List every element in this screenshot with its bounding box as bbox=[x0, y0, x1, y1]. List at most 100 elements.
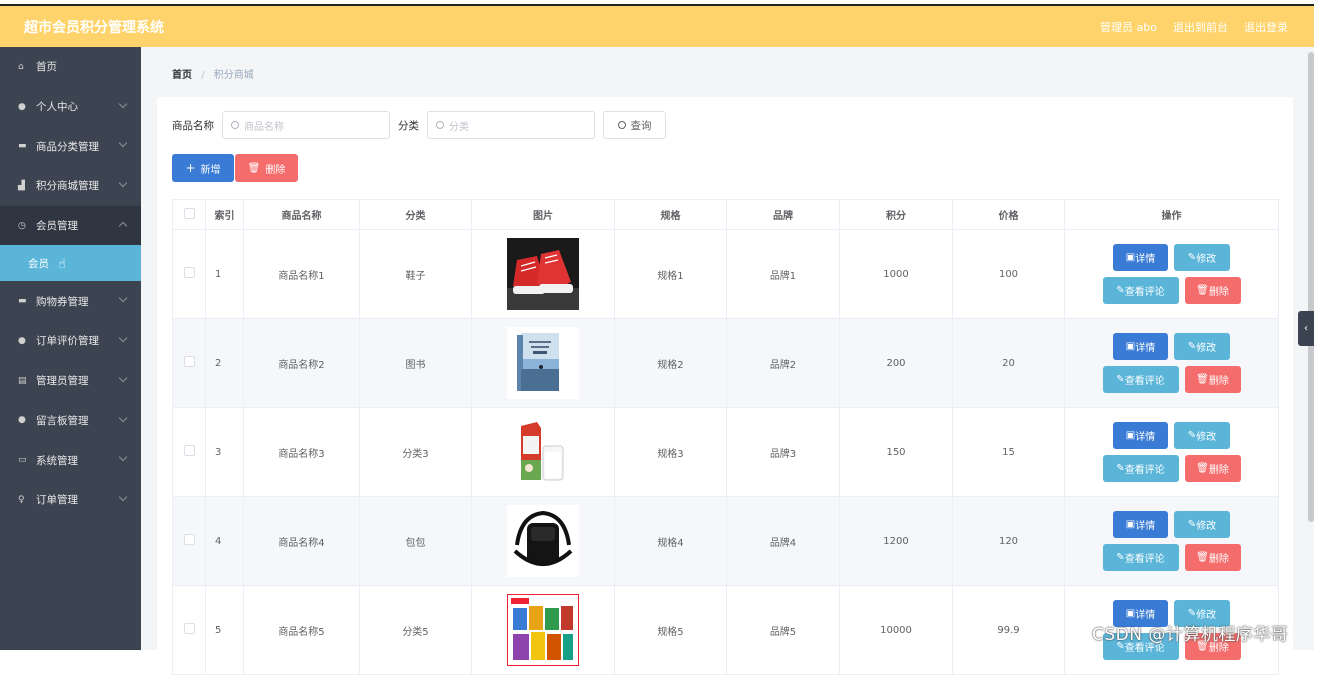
product-name-cell: 商品名称4 bbox=[243, 496, 360, 586]
product-name-cell: 商品名称2 bbox=[243, 318, 360, 408]
sidebar-item-label: 会员 bbox=[28, 257, 49, 270]
chevron-down-icon bbox=[118, 452, 128, 462]
sidebar-item-1[interactable]: ● 个人中心 bbox=[0, 87, 141, 127]
row-checkbox[interactable] bbox=[183, 534, 195, 545]
select-all-checkbox[interactable] bbox=[183, 207, 195, 219]
sidebar-item-8[interactable]: ▤ 管理员管理 bbox=[0, 361, 141, 401]
sidebar: ⌂ 首页 ● 个人中心 ▬ 商品分类管理 ▟ 积分商城管理 ◷ 会员管理 会员 ☝ ▬ 购物券管理 ● 订单评… bbox=[0, 47, 141, 650]
row-checkbox[interactable] bbox=[183, 267, 195, 278]
sidebar-item-2[interactable]: ▬ 商品分类管理 bbox=[0, 126, 141, 166]
delete-button[interactable]: 🗑 删除 bbox=[1184, 366, 1241, 393]
operations-cell: ▣ 详情 ✎ 修改 ✎ 查看评论 🗑 删除 bbox=[1064, 496, 1279, 586]
category-search-input[interactable]: 分类 bbox=[427, 111, 595, 139]
edit-button[interactable]: ✎ 修改 bbox=[1174, 333, 1230, 360]
row-checkbox[interactable] bbox=[183, 445, 195, 456]
points-cell: 1000 bbox=[839, 229, 953, 319]
product-image[interactable] bbox=[507, 416, 579, 488]
table-row: 2 商品名称2 图书 规格2 品牌2 200 20 ▣ 详情 ✎ 修改 ✎ 查看评论 🗑 删除 bbox=[172, 318, 1279, 408]
scrollbar-thumb[interactable] bbox=[1308, 52, 1314, 522]
product-name-cell: 商品名称5 bbox=[243, 585, 360, 675]
name-search-label: 商品名称 bbox=[172, 119, 214, 132]
spec-cell: 规格4 bbox=[614, 496, 727, 586]
view-reviews-button[interactable]: ✎ 查看评论 bbox=[1102, 366, 1179, 393]
chevron-left-icon: ‹ bbox=[1304, 323, 1308, 334]
content-panel: 商品名称 商品名称 分类 分类 查询 + 新增 🗑 删除 索引 商品名称 分类 … bbox=[157, 97, 1293, 675]
sidebar-item-3[interactable]: ▟ 积分商城管理 bbox=[0, 166, 141, 206]
price-cell: 15 bbox=[952, 407, 1065, 497]
delete-button[interactable]: 🗑 删除 bbox=[1184, 277, 1241, 304]
query-button[interactable]: 查询 bbox=[603, 111, 666, 139]
edit-button[interactable]: ✎ 修改 bbox=[1174, 511, 1230, 538]
detail-button[interactable]: ▣ 详情 bbox=[1113, 244, 1168, 271]
detail-button-label: 详情 bbox=[1135, 521, 1156, 532]
view-reviews-button[interactable]: ✎ 查看评论 bbox=[1102, 277, 1179, 304]
front-page-link[interactable]: 退出到前台 bbox=[1173, 19, 1228, 35]
delete-button[interactable]: 🗑 删除 bbox=[1184, 455, 1241, 482]
bulk-delete-button[interactable]: 🗑 删除 bbox=[235, 154, 298, 182]
row-select-cell[interactable] bbox=[172, 407, 206, 497]
view-reviews-button-label: 查看评论 bbox=[1124, 287, 1165, 298]
image-cell bbox=[471, 318, 615, 408]
delete-button-label: 删除 bbox=[1208, 376, 1229, 387]
row-checkbox[interactable] bbox=[183, 356, 195, 367]
page-scrollbar[interactable] bbox=[1308, 47, 1314, 527]
collapse-tab[interactable]: ‹ bbox=[1298, 311, 1314, 346]
row-select-cell[interactable] bbox=[172, 318, 206, 408]
sidebar-item-10[interactable]: ▭ 系统管理 bbox=[0, 440, 141, 480]
detail-button[interactable]: ▣ 详情 bbox=[1113, 333, 1168, 360]
detail-icon: ▣ bbox=[1125, 519, 1136, 530]
sidebar-item-9[interactable]: ● 留言板管理 bbox=[0, 401, 141, 441]
add-button[interactable]: + 新增 bbox=[172, 154, 234, 182]
view-reviews-button[interactable]: ✎ 查看评论 bbox=[1102, 455, 1179, 482]
sidebar-item-label: 商品分类管理 bbox=[36, 140, 99, 153]
sidebar-item-4[interactable]: ◷ 会员管理 bbox=[0, 205, 141, 246]
sidebar-item-0[interactable]: ⌂ 首页 bbox=[0, 47, 141, 87]
detail-button-label: 详情 bbox=[1135, 610, 1156, 621]
sidebar-item-6[interactable]: ▬ 购物券管理 bbox=[0, 281, 141, 321]
chevron-down-icon bbox=[118, 294, 128, 303]
row-select-cell[interactable] bbox=[172, 585, 206, 675]
trash-icon: 🗑 bbox=[1196, 552, 1209, 563]
edit-button[interactable]: ✎ 修改 bbox=[1174, 244, 1230, 271]
product-image[interactable] bbox=[507, 594, 579, 666]
user-icon: ● bbox=[18, 101, 26, 112]
top-bar: 超市会员积分管理系统 管理员 abo 退出到前台 退出登录 bbox=[0, 4, 1314, 47]
logout-link[interactable]: 退出登录 bbox=[1244, 19, 1288, 35]
points-cell: 1200 bbox=[839, 496, 953, 586]
chart-icon: ▟ bbox=[18, 180, 25, 191]
trash-icon: 🗑 bbox=[1196, 374, 1209, 385]
detail-button[interactable]: ▣ 详情 bbox=[1113, 422, 1168, 449]
doc-icon: ▤ bbox=[18, 375, 27, 386]
edit-button[interactable]: ✎ 修改 bbox=[1174, 422, 1230, 449]
edit-button-label: 修改 bbox=[1196, 254, 1217, 265]
category-cell: 分类3 bbox=[359, 407, 472, 497]
chevron-down-icon bbox=[118, 492, 128, 502]
product-image[interactable] bbox=[507, 327, 579, 399]
product-image[interactable] bbox=[507, 238, 579, 310]
sidebar-item-11[interactable]: ♀ 订单管理 bbox=[0, 480, 141, 520]
user-icon: ● bbox=[18, 415, 26, 426]
delete-button-label: 删除 bbox=[1208, 465, 1229, 476]
view-reviews-button[interactable]: ✎ 查看评论 bbox=[1102, 544, 1179, 571]
view-reviews-button-label: 查看评论 bbox=[1124, 554, 1165, 565]
row-checkbox[interactable] bbox=[183, 623, 195, 634]
admin-user-label[interactable]: 管理员 abo bbox=[1100, 19, 1157, 35]
product-image[interactable] bbox=[507, 505, 579, 577]
sidebar-item-7[interactable]: ● 订单评价管理 bbox=[0, 321, 141, 361]
delete-button[interactable]: 🗑 删除 bbox=[1184, 544, 1241, 571]
name-search-input[interactable]: 商品名称 bbox=[222, 111, 390, 139]
screen-icon: ▭ bbox=[18, 455, 27, 466]
operations-cell: ▣ 详情 ✎ 修改 ✎ 查看评论 🗑 删除 bbox=[1064, 318, 1279, 408]
user-icon: ● bbox=[18, 335, 26, 346]
breadcrumb-home[interactable]: 首页 bbox=[172, 70, 192, 81]
spec-cell: 规格3 bbox=[614, 407, 727, 497]
list-icon: ▬ bbox=[18, 296, 27, 307]
row-select-cell[interactable] bbox=[172, 229, 206, 319]
sidebar-subitem-member[interactable]: 会员 ☝ bbox=[0, 245, 141, 282]
detail-button[interactable]: ▣ 详情 bbox=[1113, 511, 1168, 538]
sidebar-item-label: 留言板管理 bbox=[36, 414, 89, 427]
chevron-down-icon bbox=[118, 99, 128, 108]
select-all-cell[interactable] bbox=[172, 199, 206, 230]
edit-icon: ✎ bbox=[1187, 519, 1197, 530]
row-select-cell[interactable] bbox=[172, 496, 206, 586]
